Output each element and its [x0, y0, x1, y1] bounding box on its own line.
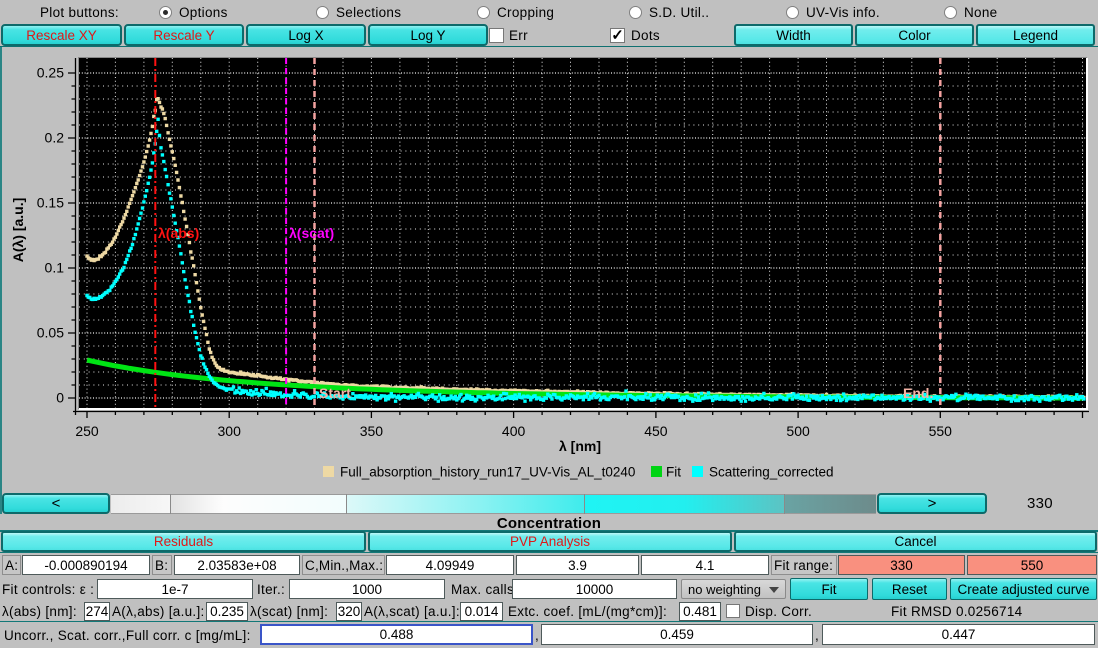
- svg-text:250: 250: [75, 423, 99, 439]
- svg-text:350: 350: [360, 423, 384, 439]
- svg-text:450: 450: [644, 423, 668, 439]
- svg-text:Full_absorption_history_run17_: Full_absorption_history_run17_UV-Vis_AL_…: [340, 465, 635, 480]
- svg-text:0.1: 0.1: [45, 260, 65, 276]
- svg-text:Fit: Fit: [666, 465, 681, 480]
- svg-text:0.25: 0.25: [37, 65, 64, 81]
- svg-text:Scattering_corrected: Scattering_corrected: [709, 465, 834, 480]
- svg-text:λ [nm]: λ [nm]: [559, 438, 601, 454]
- svg-text:300: 300: [218, 423, 242, 439]
- svg-text:End.: End.: [903, 385, 933, 401]
- svg-text:550: 550: [929, 423, 953, 439]
- svg-text:0.05: 0.05: [37, 325, 64, 341]
- svg-text:A(λ) [a.u.]: A(λ) [a.u.]: [10, 198, 26, 263]
- svg-text:Start: Start: [319, 385, 351, 401]
- svg-text:0.2: 0.2: [45, 130, 65, 146]
- svg-text:0.15: 0.15: [37, 195, 64, 211]
- svg-text:0: 0: [56, 390, 64, 406]
- svg-text:λ(abs): λ(abs): [158, 225, 199, 241]
- svg-text:λ(scat): λ(scat): [289, 225, 334, 241]
- svg-text:400: 400: [502, 423, 526, 439]
- svg-text:500: 500: [786, 423, 810, 439]
